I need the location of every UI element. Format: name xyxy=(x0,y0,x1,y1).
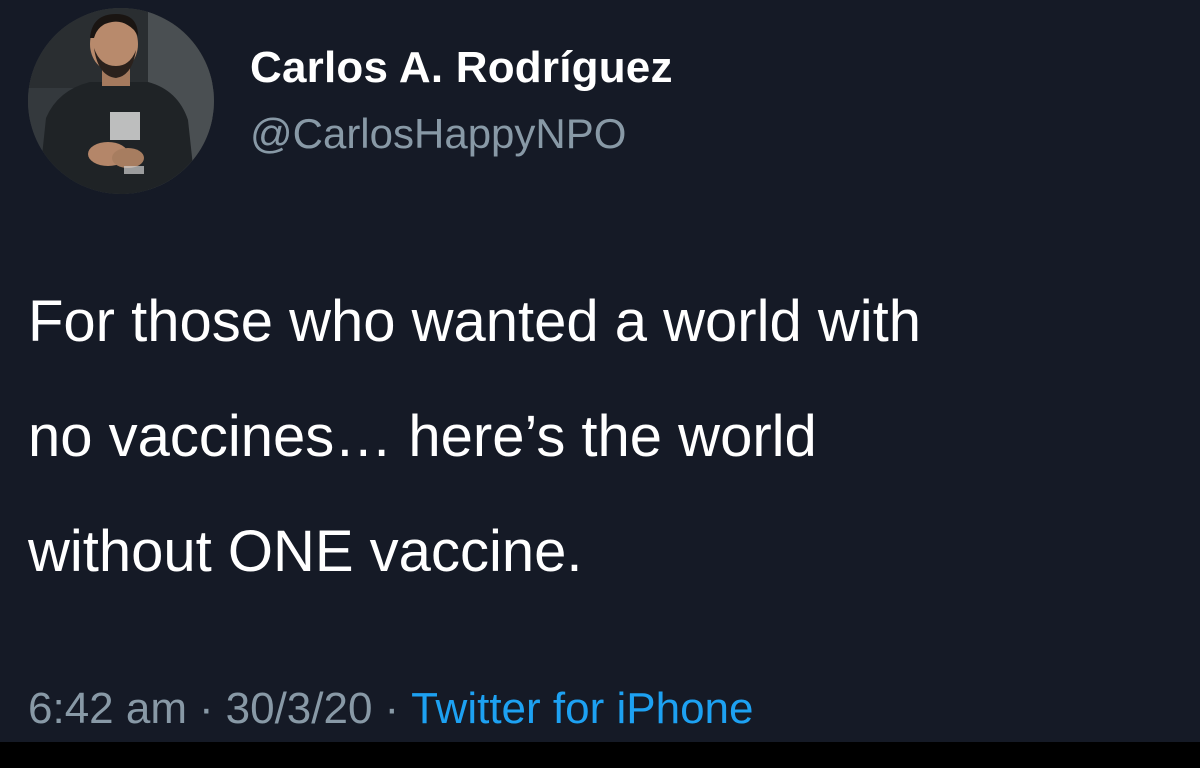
tweet-metadata: 6:42 am · 30/3/20 · Twitter for iPhone xyxy=(28,684,753,734)
tweet-text-line: For those who wanted a world with xyxy=(28,289,921,354)
author-display-name[interactable]: Carlos A. Rodríguez xyxy=(250,43,673,93)
tweet-text-line: no vaccines… here’s the world xyxy=(28,404,817,469)
tweet-date[interactable]: 30/3/20 xyxy=(226,684,373,733)
meta-separator: · xyxy=(384,684,400,733)
author-handle[interactable]: @CarlosHappyNPO xyxy=(250,110,626,158)
tweet-text: For those who wanted a world with no vac… xyxy=(28,264,1200,609)
profile-photo-icon xyxy=(28,8,214,194)
tweet-text-line: without ONE vaccine. xyxy=(28,519,583,584)
meta-separator: · xyxy=(198,684,214,733)
tweet-source-link[interactable]: Twitter for iPhone xyxy=(411,684,753,733)
tweet-card: Carlos A. Rodríguez @CarlosHappyNPO For … xyxy=(0,0,1200,742)
avatar[interactable] xyxy=(28,8,214,194)
tweet-time[interactable]: 6:42 am xyxy=(28,684,187,733)
